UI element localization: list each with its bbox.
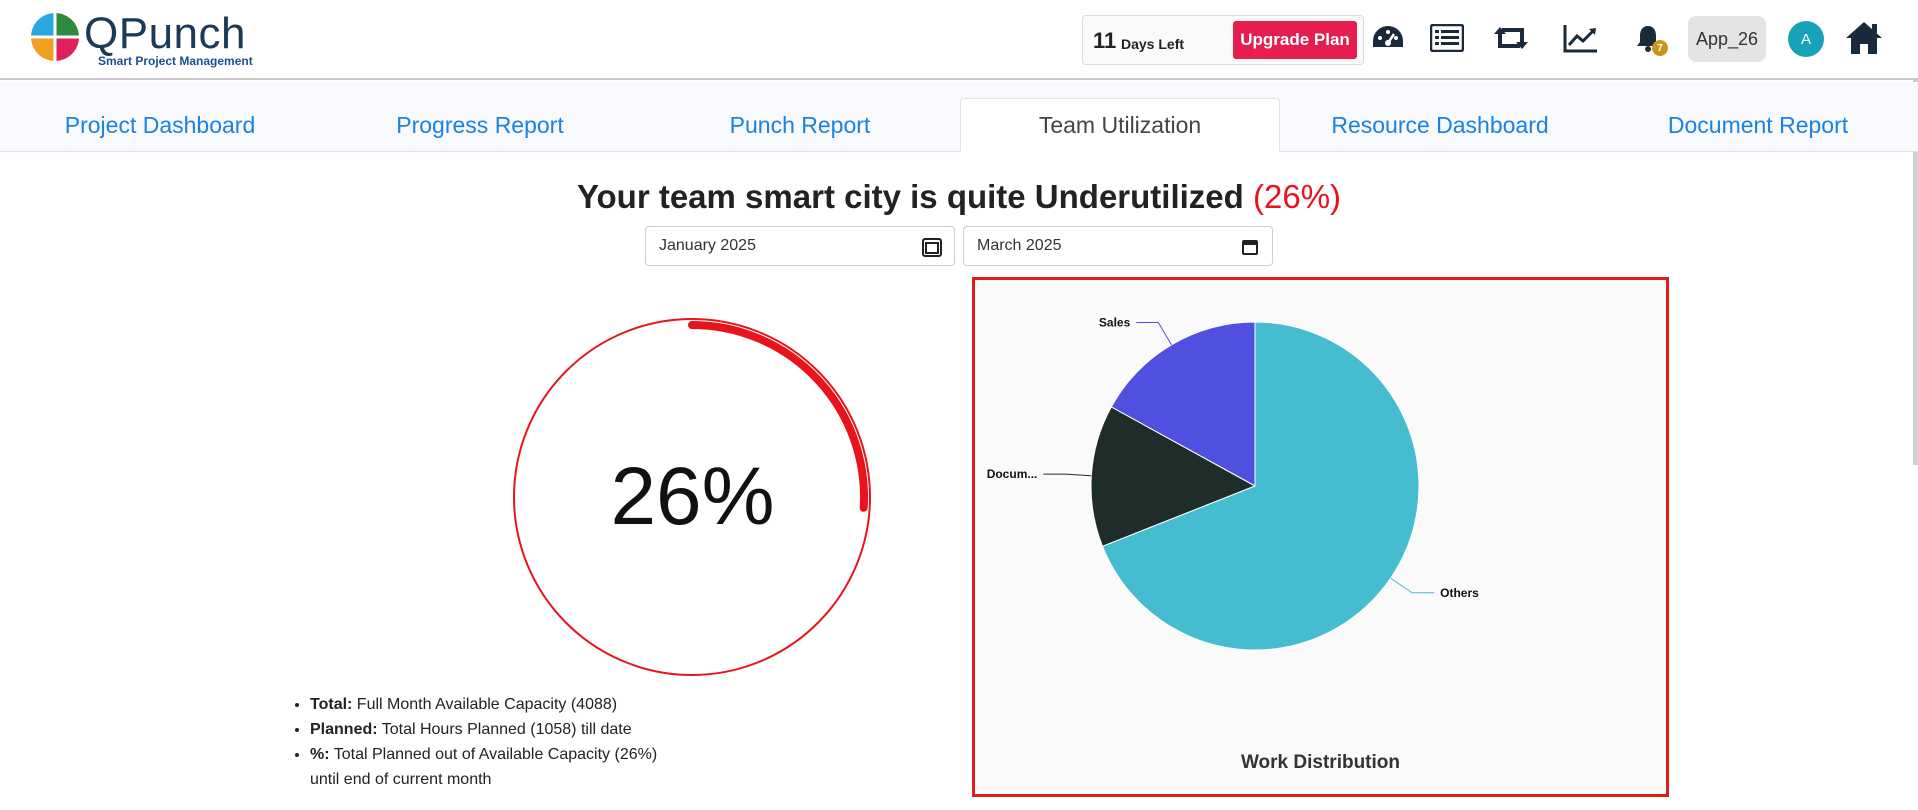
headline-text: Your team smart city is quite Underutili…	[576, 178, 1244, 215]
trial-banner: 11 Days Left Upgrade Plan	[1082, 15, 1364, 65]
tab-progress-report[interactable]: Progress Report	[320, 98, 640, 152]
pie-slice-label: Others	[1440, 586, 1479, 600]
list-icon[interactable]	[1425, 16, 1469, 60]
legend-text: Total Planned out of Available Capacity …	[329, 746, 658, 763]
days-left-count: 11	[1093, 28, 1117, 53]
retweet-icon[interactable]	[1489, 16, 1533, 60]
legend-text: until end of current month	[310, 771, 492, 788]
tab-team-utilization[interactable]: Team Utilization	[960, 98, 1280, 152]
work-distribution-chart: Sales Docum... Others Work Distribution	[972, 277, 1669, 797]
tab-resource-dashboard[interactable]: Resource Dashboard	[1280, 98, 1600, 152]
pie-slice-label: Sales	[1099, 315, 1131, 329]
legend-item-planned: Planned: Total Hours Planned (1058) till…	[310, 717, 657, 742]
qpunch-logo[interactable]: QPunch Smart Project Management	[28, 8, 268, 72]
pie-leader-line	[1043, 473, 1092, 477]
brand-name: QPunch	[84, 9, 246, 58]
tab-punch-report[interactable]: Punch Report	[640, 98, 960, 152]
capacity-legend: Total: Full Month Available Capacity (40…	[290, 692, 657, 792]
pie-leader-line	[1136, 321, 1172, 346]
legend-item-total: Total: Full Month Available Capacity (40…	[310, 692, 657, 717]
pie-leader-line	[1390, 577, 1435, 594]
legend-item-continuation: until end of current month	[310, 767, 657, 792]
calendar-icon[interactable]	[1240, 237, 1260, 257]
start-month-value: January 2025	[659, 237, 756, 254]
days-left-label: Days Left	[1121, 36, 1185, 52]
logo-mark-icon	[30, 12, 80, 62]
legend-key: %:	[310, 746, 330, 763]
pie-slice-label: Docum...	[987, 467, 1038, 481]
headline-percent: (26%)	[1253, 178, 1342, 215]
calendar-icon[interactable]	[922, 237, 942, 257]
dashboard-gauge-icon[interactable]	[1366, 16, 1410, 60]
upgrade-plan-button[interactable]: Upgrade Plan	[1233, 21, 1357, 59]
bell-icon[interactable]: 7	[1626, 16, 1670, 60]
avatar[interactable]: A	[1788, 21, 1824, 57]
start-month-input[interactable]: January 2025	[645, 226, 955, 266]
pie-chart: Sales Docum... Others	[987, 315, 1479, 651]
brand-tagline: Smart Project Management	[98, 54, 253, 68]
home-icon[interactable]	[1842, 16, 1886, 60]
trend-chart-icon[interactable]	[1559, 16, 1603, 60]
notification-count-badge: 7	[1652, 40, 1668, 56]
end-month-input[interactable]: March 2025	[963, 226, 1273, 266]
report-tabs: Project Dashboard Progress Report Punch …	[0, 82, 1918, 152]
tab-project-dashboard[interactable]: Project Dashboard	[0, 98, 320, 152]
legend-item-percent: %: Total Planned out of Available Capaci…	[310, 742, 657, 767]
legend-key: Planned:	[310, 721, 378, 738]
legend-key: Total:	[310, 696, 353, 713]
utilization-headline: Your team smart city is quite Underutili…	[0, 178, 1918, 216]
tab-document-report[interactable]: Document Report	[1598, 98, 1918, 152]
gauge-percent-label: 26%	[610, 451, 775, 542]
app-switcher[interactable]: App_26	[1688, 16, 1766, 62]
legend-text: Full Month Available Capacity (4088)	[352, 696, 618, 713]
top-navbar: QPunch Smart Project Management 11 Days …	[0, 0, 1918, 80]
chart-title: Work Distribution	[1240, 752, 1401, 773]
legend-text: Total Hours Planned (1058) till date	[377, 721, 632, 738]
end-month-value: March 2025	[977, 237, 1062, 254]
